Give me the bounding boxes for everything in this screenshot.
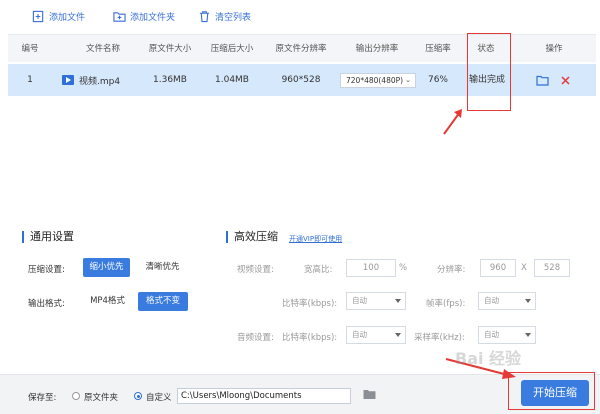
radio-custom-folder[interactable]	[134, 392, 142, 400]
sample-rate-select[interactable]: 自动	[478, 326, 536, 344]
col-out-res: 输出分辨率	[355, 44, 399, 54]
mp4-format-button[interactable]: MP4格式	[84, 292, 131, 311]
open-folder-icon[interactable]	[536, 75, 549, 86]
save-path-input[interactable]: C:\Users\Mloong\Documents	[177, 388, 351, 404]
sample-rate-label: 采样率(kHz):	[414, 333, 465, 343]
radio-original-folder[interactable]	[72, 392, 80, 400]
row-orig-size: 1.36MB	[153, 75, 187, 85]
resolution-width-input[interactable]: 960	[480, 259, 516, 277]
chevron-down-icon	[525, 299, 531, 303]
output-format-label: 输出格式:	[28, 299, 65, 309]
row-orig-res: 960*528	[281, 75, 321, 85]
browse-folder-icon[interactable]	[363, 389, 376, 400]
add-file-icon	[32, 10, 44, 22]
aspect-ratio-input[interactable]: 100	[346, 259, 396, 277]
clear-list-label: 清空列表	[215, 12, 252, 23]
watermark-logo: Bai 经验	[455, 349, 522, 368]
chevron-down-icon	[525, 333, 531, 337]
aspect-ratio-label: 宽高比:	[304, 265, 333, 275]
custom-folder-label: 自定义	[146, 393, 172, 403]
row-comp-size: 1.04MB	[215, 75, 249, 85]
add-folder-button[interactable]: 添加文件夹	[113, 8, 175, 24]
video-settings-label: 视频设置:	[237, 265, 274, 275]
add-folder-label: 添加文件夹	[130, 12, 176, 23]
fps-select[interactable]: 自动	[478, 292, 536, 310]
audio-bitrate-label: 比特率(kbps):	[282, 333, 338, 343]
video-bitrate-value: 自动	[352, 296, 367, 305]
row-filename: 视频.mp4	[62, 64, 140, 96]
shrink-priority-button[interactable]: 缩小优先	[83, 258, 130, 277]
percent-unit: %	[399, 263, 408, 273]
video-bitrate-select[interactable]: 自动	[346, 292, 406, 310]
output-resolution-select[interactable]: 720*480(480P) ⌄	[340, 73, 416, 88]
chevron-down-icon	[395, 333, 401, 337]
resolution-label: 分辨率:	[437, 265, 466, 275]
save-to-label: 保存至:	[28, 393, 57, 403]
toolbar: 添加文件 添加文件夹 清空列表	[0, 0, 600, 32]
row-ratio: 76%	[427, 75, 448, 85]
clear-list-button[interactable]: 清空列表	[198, 8, 251, 24]
fps-label: 帧率(fps):	[426, 299, 466, 309]
audio-settings-label: 音频设置:	[237, 333, 274, 343]
row-index: 1	[27, 75, 33, 85]
col-orig-res: 原文件分辨率	[275, 44, 327, 54]
col-filename: 文件名称	[85, 44, 120, 54]
col-actions: 操作	[545, 44, 563, 54]
resolution-height-input[interactable]: 528	[534, 259, 570, 277]
col-ratio: 压缩率	[425, 44, 451, 54]
compress-setting-label: 压缩设置:	[28, 265, 65, 275]
chevron-down-icon	[395, 299, 401, 303]
fps-value: 自动	[484, 296, 499, 305]
output-resolution-value: 720*480(480P)	[346, 76, 404, 85]
chevron-down-icon: ⌄	[405, 76, 411, 84]
delete-icon[interactable]	[561, 76, 570, 85]
audio-bitrate-value: 自动	[352, 330, 367, 339]
trash-icon	[199, 10, 210, 22]
add-folder-icon	[113, 11, 126, 22]
col-index: 编号	[21, 44, 39, 54]
red-arrow-icon	[443, 109, 462, 135]
status-highlight-box	[467, 33, 511, 111]
sample-rate-value: 自动	[484, 330, 499, 339]
vip-link[interactable]: 开通VIP即可使用	[289, 234, 342, 244]
original-folder-label: 原文件夹	[84, 393, 119, 403]
clarity-priority-button[interactable]: 清晰优先	[140, 258, 185, 277]
audio-bitrate-select[interactable]: 自动	[346, 326, 406, 344]
row-filename-text: 视频.mp4	[79, 76, 121, 87]
video-bitrate-label: 比特率(kbps):	[282, 299, 338, 309]
col-comp-size: 压缩后大小	[210, 44, 254, 54]
col-orig-size: 原文件大小	[148, 44, 192, 54]
keep-format-button[interactable]: 格式不变	[138, 292, 188, 311]
general-settings-title: 通用设置	[22, 231, 74, 243]
add-file-button[interactable]: 添加文件	[32, 8, 85, 24]
advanced-settings-title: 高效压缩	[226, 231, 278, 243]
video-file-icon	[62, 75, 74, 85]
resolution-x: X	[521, 263, 527, 273]
start-highlight-box	[508, 372, 595, 410]
add-file-label: 添加文件	[49, 12, 86, 23]
